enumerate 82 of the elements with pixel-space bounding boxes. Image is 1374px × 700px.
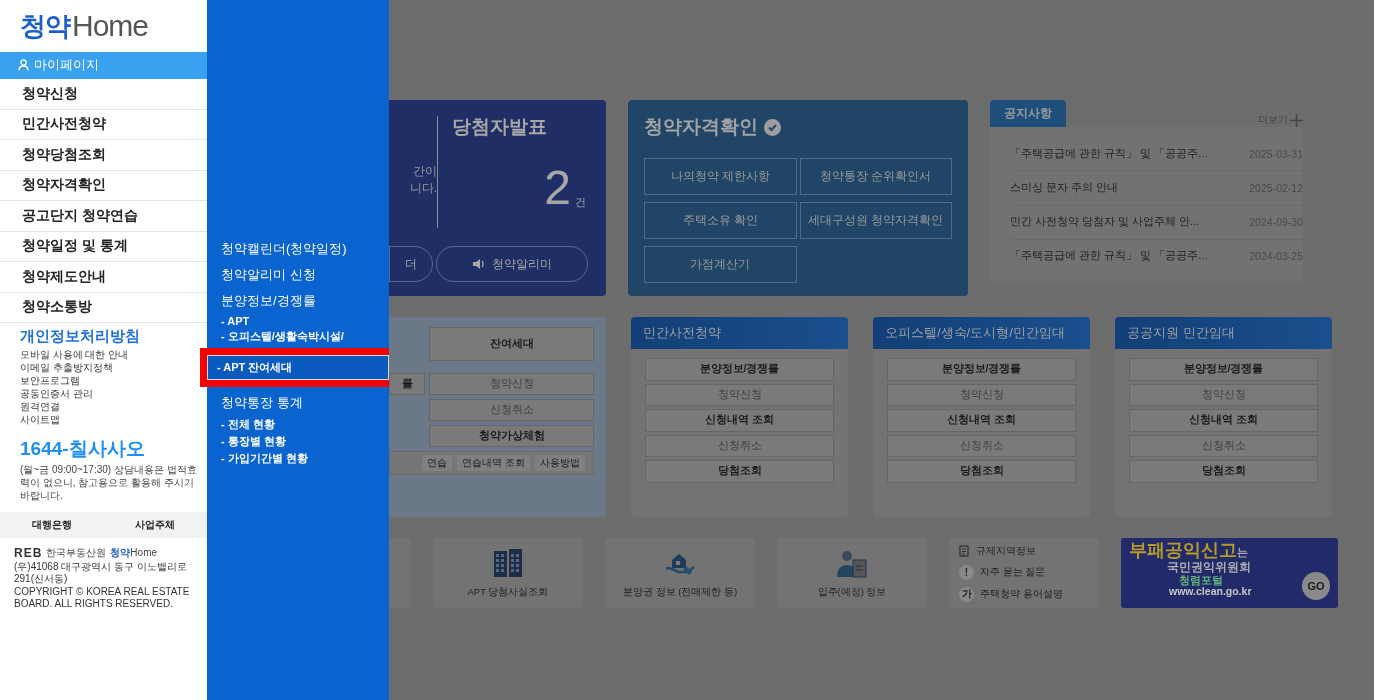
footer-link[interactable]: 사이트맵 bbox=[20, 413, 207, 426]
card-text: 간이 bbox=[412, 163, 437, 180]
service-button[interactable]: 잔여세대 bbox=[429, 327, 594, 361]
count-value: 2 bbox=[544, 166, 571, 210]
service-button[interactable]: 당첨조회 bbox=[645, 460, 834, 483]
chip-button[interactable]: 연습 bbox=[422, 455, 453, 471]
service-button[interactable]: 신청내역 조회 bbox=[887, 409, 1076, 432]
org-logo: REB bbox=[14, 546, 43, 560]
banner-org: 국민권익위원회 bbox=[1167, 560, 1251, 574]
service-button[interactable]: 신청내역 조회 bbox=[645, 409, 834, 432]
banner-portal: 청렴포털 bbox=[1179, 574, 1223, 587]
card-title: 청약자격확인 bbox=[644, 115, 758, 139]
speaker-icon bbox=[472, 258, 486, 270]
sidebar-item[interactable]: 마이페이지 bbox=[0, 52, 207, 79]
banner-url: www.clean.go.kr bbox=[1169, 586, 1252, 598]
banner-headline: 부패공익신고는 bbox=[1129, 541, 1248, 561]
go-badge: GO bbox=[1302, 572, 1330, 600]
footer-tab[interactable]: 대행은행 bbox=[31, 518, 72, 532]
notice-title[interactable]: 스미싱 문자 주의 안내 bbox=[1010, 180, 1118, 195]
chip-button[interactable]: 사용방법 bbox=[535, 455, 585, 471]
shortcut-card[interactable]: 분양권 정보 (전매제한 등) bbox=[605, 538, 755, 608]
eligibility-button[interactable]: 가점계산기 bbox=[644, 246, 797, 283]
submenu-item[interactable]: 분양정보/경쟁률 bbox=[207, 288, 389, 314]
footer-link[interactable]: 공동인증서 관리 bbox=[20, 387, 207, 400]
submenu-item[interactable]: 청약알리미 신청 bbox=[207, 262, 389, 288]
card-header: 민간사전청약 bbox=[631, 317, 848, 349]
service-button[interactable]: 분양정보/경쟁률 bbox=[887, 358, 1076, 381]
glyph-icon: 가 bbox=[959, 586, 974, 602]
shortcut-label: APT 당첨사실조회 bbox=[467, 585, 549, 599]
copyright-text: COPYRIGHT © KOREA REAL ESTATE BOARD. ALL RIGHTS RESERVED. bbox=[14, 586, 191, 610]
shortcut-card[interactable] bbox=[389, 538, 411, 608]
quick-link[interactable]: 자주 묻는 질문 bbox=[980, 565, 1046, 579]
service-button[interactable]: 분양정보/경쟁률 bbox=[645, 358, 834, 381]
service-button[interactable]: 당첨조회 bbox=[1129, 460, 1318, 483]
submenu-item[interactable]: 청약캘린더(청약일정) bbox=[207, 236, 389, 262]
footer-link[interactable]: 원격연결 bbox=[20, 400, 207, 413]
eligibility-button[interactable]: 청약통장 순위확인서 bbox=[799, 158, 952, 195]
brand-logo: 청약Home bbox=[110, 546, 158, 560]
building-icon bbox=[492, 547, 524, 578]
count-unit: 건 bbox=[575, 195, 586, 210]
privacy-policy-link[interactable]: 개인정보처리방침 bbox=[20, 327, 207, 346]
service-button[interactable]: 청약가상체험 bbox=[429, 425, 594, 447]
notice-title[interactable]: 민간 사전청약 당첨자 및 사업주체 안… bbox=[1010, 215, 1201, 230]
eligibility-button[interactable]: 나의청약 제한사항 bbox=[644, 158, 797, 195]
hotline-number: 1644-칠사사오 bbox=[20, 437, 146, 461]
org-name: 한국부동산원 bbox=[46, 546, 107, 560]
shortcut-label: 입주(예정) 정보 bbox=[817, 585, 887, 599]
campaign-banner[interactable]: 부패공익신고는 국민권익위원회 청렴포털 www.clean.go.kr GO bbox=[1121, 538, 1338, 608]
submenu-item[interactable]: - 전체 현황 bbox=[207, 416, 389, 433]
notice-tab[interactable]: 공지사항 bbox=[990, 100, 1066, 127]
check-circle-icon bbox=[764, 118, 781, 136]
card-header: 공공지원 민간임대 bbox=[1115, 317, 1332, 349]
submenu-item[interactable]: - 가입기간별 현황 bbox=[207, 450, 389, 467]
submenu-item[interactable]: - 오피스텔/생활숙박시설/ bbox=[207, 328, 389, 345]
address-text: (우)41068 대구광역시 동구 이노밸리로 291(신서동) bbox=[14, 561, 188, 585]
shortcut-card[interactable]: APT 당첨사실조회 bbox=[433, 538, 583, 608]
hotline-note: (월~금 09:00~17:30) 상담내용은 법적효력이 없으니, 참고용으로 활용해 주시기 바랍니다. bbox=[20, 463, 198, 502]
person-icon bbox=[18, 59, 29, 71]
chip-button[interactable]: 연습내역 조회 bbox=[457, 455, 530, 471]
service-button[interactable]: 률 bbox=[389, 373, 425, 395]
service-button[interactable]: 당첨조회 bbox=[887, 460, 1076, 483]
document-icon bbox=[959, 545, 970, 557]
quick-link[interactable]: 주택청약 용어설명 bbox=[980, 587, 1063, 601]
card-header: 오피스텔/생숙/도시형/민간임대 bbox=[873, 317, 1090, 349]
footer-tab[interactable]: 사업주체 bbox=[135, 518, 176, 532]
card-title: 당첨자발표 bbox=[452, 115, 548, 139]
plus-icon bbox=[1290, 113, 1303, 127]
submenu-item[interactable]: - 통장별 현황 bbox=[207, 433, 389, 450]
site-logo[interactable]: 청약Home bbox=[0, 0, 207, 52]
shortcut-card[interactable]: 입주(예정) 정보 bbox=[777, 538, 927, 608]
eligibility-button[interactable]: 세대구성원 청약자격확인 bbox=[799, 202, 952, 239]
shortcut-label: 분양권 정보 (전매제한 등) bbox=[622, 585, 738, 599]
service-button[interactable]: 분양정보/경쟁률 bbox=[1129, 358, 1318, 381]
glyph-icon: ! bbox=[959, 564, 974, 580]
submenu-item[interactable]: - APT bbox=[207, 314, 389, 328]
quick-link[interactable]: 규제지역정보 bbox=[976, 544, 1036, 558]
notice-title[interactable]: 「주택공급에 관한 규칙」 및 「공공주… bbox=[1010, 249, 1209, 264]
eligibility-button[interactable]: 주택소유 확인 bbox=[644, 202, 797, 239]
service-button[interactable]: 신청내역 조회 bbox=[1129, 409, 1318, 432]
submenu-item[interactable]: 청약통장 통계 bbox=[207, 390, 389, 416]
card-text: 니다. bbox=[408, 180, 437, 197]
notice-title[interactable]: 「주택공급에 관한 규칙」 및 「공공주… bbox=[1010, 146, 1209, 161]
